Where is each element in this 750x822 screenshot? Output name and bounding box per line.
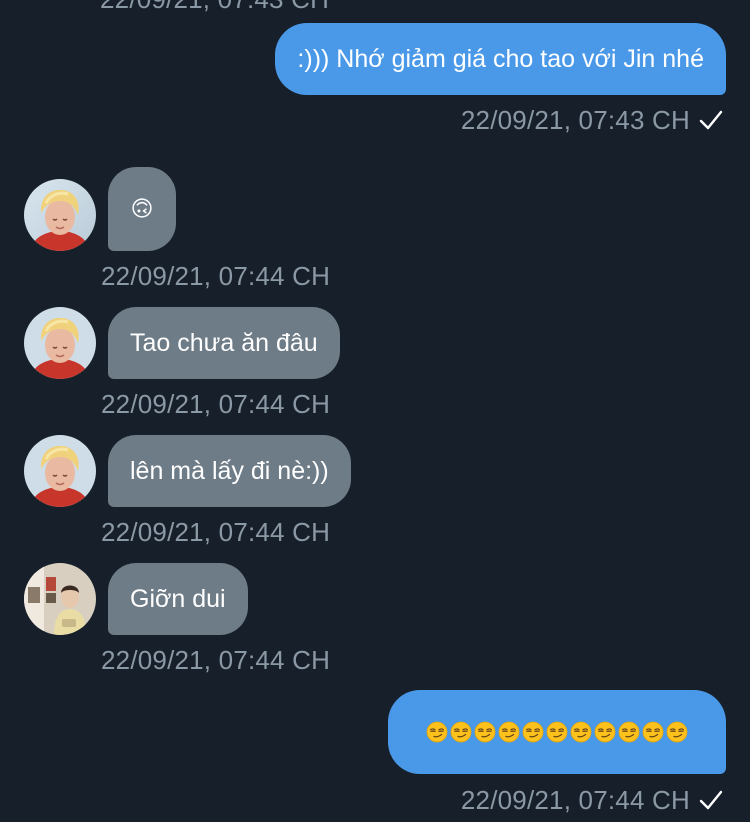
- smirk-emoji-icon: [474, 721, 496, 743]
- smirk-emoji-icon: [618, 721, 640, 743]
- outgoing-message-bubble[interactable]: 😏😏😏😏😏😏😏😏😏😏😏: [388, 690, 726, 774]
- avatar-blonde[interactable]: [24, 307, 96, 379]
- check-icon: [699, 790, 723, 810]
- message-text: lên mà lấy đi nè:)): [130, 456, 329, 485]
- smirk-emoji-icon: [426, 721, 448, 743]
- message-text: Giỡn dui: [130, 584, 226, 613]
- smirk-emoji-icon: [498, 721, 520, 743]
- message-text: :))) Nhớ giảm giá cho tao với Jin nhé: [297, 44, 704, 73]
- message-timestamp: 22/09/21, 07:43 CH: [460, 105, 690, 135]
- incoming-message-bubble[interactable]: 🙃: [108, 167, 176, 251]
- smirk-emoji-icon: [450, 721, 472, 743]
- incoming-message-bubble[interactable]: Giỡn dui: [108, 563, 248, 635]
- smirk-emoji-icon: [594, 721, 616, 743]
- incoming-message-bubble[interactable]: Tao chưa ăn đâu: [108, 307, 340, 379]
- message-timestamp: 22/09/21, 07:44 CH: [101, 389, 331, 419]
- outgoing-message-bubble[interactable]: :))) Nhớ giảm giá cho tao với Jin nhé: [275, 23, 726, 95]
- check-icon: [699, 110, 723, 130]
- avatar-room[interactable]: [24, 563, 96, 635]
- smirk-emoji-icon: [666, 721, 688, 743]
- avatar-blonde[interactable]: [24, 435, 96, 507]
- message-timestamp: 22/09/21, 07:44 CH: [101, 517, 331, 547]
- smirk-emoji-row: [426, 721, 688, 743]
- incoming-message-bubble[interactable]: lên mà lấy đi nè:)): [108, 435, 351, 507]
- message-timestamp: 22/09/21, 07:43 CH: [100, 0, 329, 12]
- upside-down-face-emoji: 🙃: [130, 196, 154, 221]
- message-timestamp: 22/09/21, 07:44 CH: [101, 261, 331, 291]
- message-timestamp: 22/09/21, 07:44 CH: [460, 785, 690, 815]
- smirk-emoji-icon: [642, 721, 664, 743]
- chat-thread[interactable]: 22/09/21, 07:43 CH :))) Nhớ giảm giá cho…: [0, 0, 750, 822]
- message-text: Tao chưa ăn đâu: [130, 328, 318, 357]
- smirk-emoji-icon: [522, 721, 544, 743]
- smirk-emoji-icon: [570, 721, 592, 743]
- message-timestamp: 22/09/21, 07:44 CH: [101, 645, 331, 675]
- avatar-blonde[interactable]: [24, 179, 96, 251]
- smirk-emoji-icon: [546, 721, 568, 743]
